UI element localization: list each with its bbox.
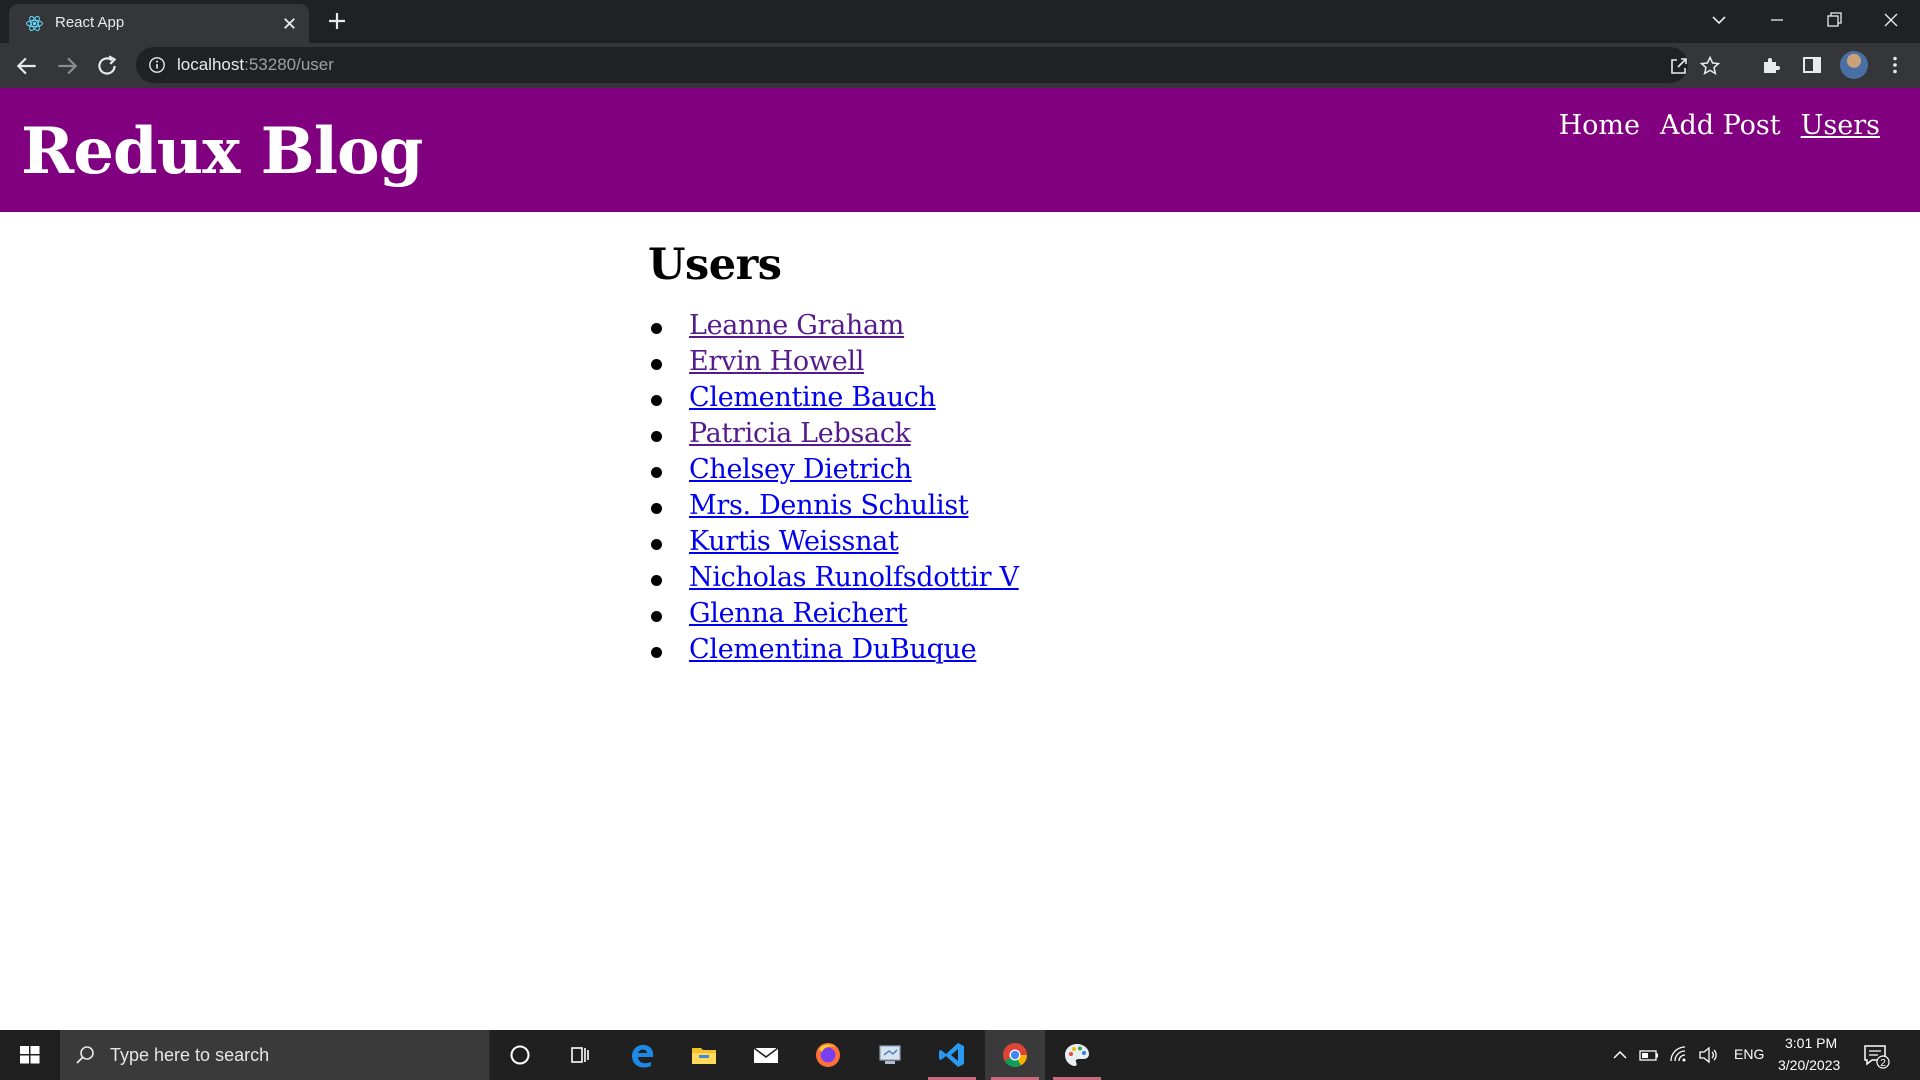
user-link[interactable]: Leanne Graham (689, 310, 904, 341)
bullet-icon (651, 647, 662, 658)
user-link[interactable]: Clementina DuBuque (689, 634, 977, 665)
clock-time[interactable]: 3:01 PM (1785, 1035, 1837, 1051)
bullet-icon (651, 575, 662, 586)
page-title: Users (648, 240, 782, 290)
battery-icon[interactable] (1638, 1044, 1660, 1066)
close-tab-icon[interactable] (280, 14, 299, 33)
bullet-icon (651, 611, 662, 622)
language-indicator[interactable]: ENG (1734, 1046, 1764, 1062)
notification-center-icon[interactable]: 2 (1862, 1042, 1890, 1070)
reload-icon[interactable] (94, 53, 120, 79)
list-item: Kurtis Weissnat (648, 524, 1348, 560)
new-tab-icon[interactable] (326, 10, 348, 32)
taskbar-app-vscode[interactable] (922, 1030, 982, 1080)
speaker-volume-icon[interactable] (1697, 1044, 1719, 1066)
user-list: Leanne Graham Ervin Howell Clementine Ba… (648, 308, 1348, 668)
taskbar-app-paint[interactable] (1047, 1030, 1107, 1080)
taskbar-app-mail[interactable] (736, 1030, 796, 1080)
bullet-icon (651, 503, 662, 514)
bookmark-star-icon[interactable] (1699, 55, 1721, 77)
browser-toolbar: localhost:53280/user (0, 43, 1920, 88)
bullet-icon (651, 467, 662, 478)
taskbar-app-file-explorer[interactable] (674, 1030, 734, 1080)
minimize-icon[interactable] (1765, 8, 1789, 32)
bullet-icon (651, 539, 662, 550)
taskbar-app-edge[interactable] (612, 1030, 672, 1080)
side-panel-icon[interactable] (1801, 54, 1823, 76)
profile-avatar[interactable] (1840, 51, 1868, 79)
list-item: Chelsey Dietrich (648, 452, 1348, 488)
remote-desktop-icon (879, 1045, 901, 1064)
site-title: Redux Blog (21, 114, 423, 189)
taskbar-app-remote-desktop[interactable] (860, 1030, 920, 1080)
cortana-circle-icon (510, 1045, 530, 1065)
firefox-icon (816, 1043, 840, 1067)
url-text[interactable]: localhost:53280/user (177, 55, 334, 75)
bullet-icon (651, 323, 662, 334)
cortana-button[interactable] (490, 1030, 550, 1080)
nav-add-post-link[interactable]: Add Post (1660, 110, 1781, 141)
browser-tab[interactable]: React App (9, 4, 309, 43)
site-header: Redux Blog Home Add Post Users (0, 88, 1920, 212)
user-link[interactable]: Clementine Bauch (689, 382, 936, 413)
forward-arrow-icon[interactable] (54, 53, 80, 79)
more-menu-icon[interactable] (1884, 54, 1906, 76)
url-path: :53280/user (244, 55, 334, 74)
tab-title: React App (55, 14, 125, 31)
back-arrow-icon[interactable] (14, 53, 40, 79)
wifi-icon[interactable] (1668, 1044, 1690, 1066)
user-link[interactable]: Ervin Howell (689, 346, 864, 377)
windows-start-icon[interactable] (0, 1030, 60, 1080)
list-item: Clementina DuBuque (648, 632, 1348, 668)
bullet-icon (651, 395, 662, 406)
react-logo-icon (26, 15, 43, 32)
user-link[interactable]: Chelsey Dietrich (689, 454, 912, 485)
main-content: Users Leanne Graham Ervin Howell Clement… (648, 240, 1348, 668)
list-item: Nicholas Runolfsdottir V (648, 560, 1348, 596)
list-item: Ervin Howell (648, 344, 1348, 380)
taskbar-app-chrome[interactable] (985, 1030, 1045, 1080)
restore-icon[interactable] (1822, 8, 1846, 32)
bullet-icon (651, 359, 662, 370)
site-nav: Home Add Post Users (1559, 110, 1880, 141)
search-icon (76, 1046, 94, 1064)
chevron-up-icon[interactable] (1609, 1044, 1631, 1066)
site-info-icon[interactable] (148, 56, 166, 74)
bullet-icon (651, 431, 662, 442)
user-link[interactable]: Nicholas Runolfsdottir V (689, 562, 1019, 593)
user-link[interactable]: Patricia Lebsack (689, 418, 911, 449)
user-link[interactable]: Kurtis Weissnat (689, 526, 899, 557)
list-item: Glenna Reichert (648, 596, 1348, 632)
task-view-icon (571, 1047, 589, 1063)
vscode-icon (939, 1043, 964, 1067)
paint-palette-icon (1065, 1044, 1089, 1066)
mail-envelope-icon (753, 1047, 779, 1063)
notification-count: 2 (1880, 1058, 1886, 1069)
user-link[interactable]: Mrs. Dennis Schulist (689, 490, 969, 521)
list-item: Mrs. Dennis Schulist (648, 488, 1348, 524)
taskbar-search-box[interactable]: Type here to search (60, 1030, 490, 1080)
list-item: Clementine Bauch (648, 380, 1348, 416)
nav-home-link[interactable]: Home (1559, 110, 1640, 141)
extensions-puzzle-icon[interactable] (1760, 54, 1782, 76)
close-window-icon[interactable] (1879, 8, 1903, 32)
tab-search-chevron-icon[interactable] (1707, 8, 1731, 32)
list-item: Patricia Lebsack (648, 416, 1348, 452)
share-icon[interactable] (1668, 55, 1690, 77)
nav-users-link[interactable]: Users (1801, 110, 1880, 141)
chrome-icon (1003, 1043, 1027, 1068)
taskbar: Type here to search ENG 3:01 PM 3/20/202… (0, 1030, 1920, 1080)
url-host: localhost (177, 55, 245, 74)
search-placeholder: Type here to search (110, 1045, 270, 1065)
taskbar-app-firefox[interactable] (798, 1030, 858, 1080)
browser-tab-strip: React App (0, 0, 1920, 43)
folder-icon (692, 1048, 716, 1064)
task-view-button[interactable] (550, 1030, 610, 1080)
edge-browser-icon (632, 1044, 654, 1068)
clock-date[interactable]: 3/20/2023 (1778, 1057, 1840, 1073)
user-link[interactable]: Glenna Reichert (689, 598, 908, 629)
address-bar[interactable]: localhost:53280/user (136, 47, 1721, 83)
list-item: Leanne Graham (648, 308, 1348, 344)
